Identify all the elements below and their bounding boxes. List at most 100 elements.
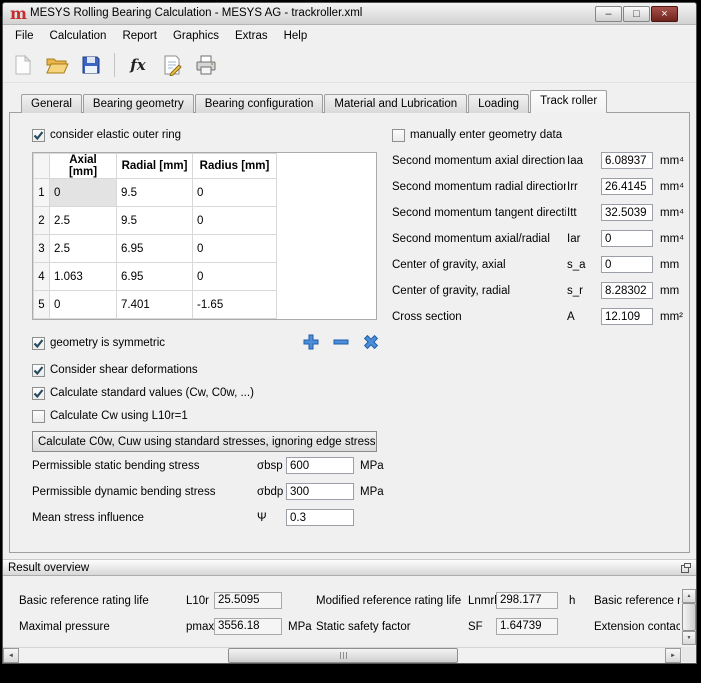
field-input-sr[interactable] [601,282,653,299]
field-unit: mm⁴ [660,155,684,167]
field-symbol: Itt [567,207,577,219]
field-input-iaa[interactable] [601,152,653,169]
menu-extras[interactable]: Extras [227,26,276,47]
field-label: Second momentum axial/radial [392,233,550,245]
stress-method-select[interactable]: Calculate C0w, Cuw using standard stress… [32,431,377,452]
maximize-button[interactable]: □ [623,6,650,22]
field-unit: MPa [360,460,384,472]
minimize-button[interactable]: – [595,6,622,22]
cell-axial[interactable]: 2.5 [50,235,117,263]
function-editor-button[interactable]: fx [124,51,152,79]
add-row-button[interactable] [298,331,324,353]
remove-row-button[interactable] [328,331,354,353]
field-input-itt[interactable] [601,204,653,221]
checkbox-shear-deformations[interactable]: Consider shear deformations [32,362,198,378]
cell-axial[interactable]: 0 [50,179,117,207]
result-overview-header[interactable]: Result overview [3,559,696,576]
cell-radius[interactable]: 0 [193,207,277,235]
clear-table-button[interactable] [358,331,384,353]
table-row: 1 0 9.5 0 [34,179,277,207]
cell-radial[interactable]: 9.5 [117,179,193,207]
close-button[interactable]: × [651,6,678,22]
cell-radius[interactable]: 0 [193,263,277,291]
field-symbol: Iaa [567,155,583,167]
tab-loading[interactable]: Loading [468,94,529,113]
checkbox-calculate-standard-values[interactable]: Calculate standard values (Cw, C0w, ...) [32,385,254,401]
tab-track-roller[interactable]: Track roller [530,90,607,113]
cell-radial[interactable]: 6.95 [117,263,193,291]
float-panel-icon[interactable] [681,563,691,573]
menu-calculation[interactable]: Calculation [42,26,115,47]
cell-radius[interactable]: -1.65 [193,291,277,319]
geometry-table: Axial [mm] Radial [mm] Radius [mm] 1 0 9… [32,152,377,320]
cell-axial[interactable]: 2.5 [50,207,117,235]
tab-bearing-geometry[interactable]: Bearing geometry [83,94,194,113]
cell-axial[interactable]: 0 [50,291,117,319]
field-input-dynamic-bending[interactable] [286,483,354,500]
checkbox-label: Calculate Cw using L10r=1 [50,410,188,422]
scroll-up-button[interactable]: ▲ [682,589,696,603]
row-number[interactable]: 4 [34,263,50,291]
checkbox-geometry-symmetric[interactable]: geometry is symmetric [32,335,165,351]
row-number[interactable]: 1 [34,179,50,207]
vertical-scroll-thumb[interactable] [682,603,696,631]
open-file-button[interactable] [43,51,71,79]
report-button[interactable] [158,51,186,79]
menu-help[interactable]: Help [276,26,316,47]
field-input-sa[interactable] [601,256,653,273]
result-horizontal-scrollbar[interactable]: ◄ ► [3,647,682,662]
row-number[interactable]: 5 [34,291,50,319]
row-number[interactable]: 2 [34,207,50,235]
cell-radius[interactable]: 0 [193,179,277,207]
checkbox-consider-elastic-outer-ring[interactable]: consider elastic outer ring [32,127,181,143]
tab-material-and-lubrication[interactable]: Material and Lubrication [324,94,467,113]
row-number[interactable]: 3 [34,235,50,263]
result-value: 25.5095 [214,592,282,609]
scroll-down-button[interactable]: ▼ [682,631,696,645]
title-bar[interactable]: m MESYS Rolling Bearing Calculation - ME… [3,3,696,25]
menu-file[interactable]: File [7,26,42,47]
horizontal-scroll-thumb[interactable] [228,648,458,663]
check-icon [33,130,44,141]
result-vertical-scrollbar[interactable]: ▲ ▼ [682,589,696,645]
tab-general[interactable]: General [21,94,82,113]
table-row: 3 2.5 6.95 0 [34,235,277,263]
thumb-grip [340,652,341,659]
field-row: Center of gravity, axial s_a mm [392,253,689,279]
open-folder-icon [45,54,69,76]
toolbar: fx [3,47,696,83]
menu-graphics[interactable]: Graphics [165,26,227,47]
checkbox-calculate-cw-l10r[interactable]: Calculate Cw using L10r=1 [32,408,188,424]
new-document-button[interactable] [9,51,37,79]
field-input-mean-stress[interactable] [286,509,354,526]
cell-radial[interactable]: 7.401 [117,291,193,319]
cell-radius[interactable]: 0 [193,235,277,263]
field-row: Center of gravity, radial s_r mm [392,279,689,305]
checkbox-manually-enter-geometry-data[interactable]: manually enter geometry data [392,127,562,143]
cell-radial[interactable]: 6.95 [117,235,193,263]
field-input-irr[interactable] [601,178,653,195]
window-title: MESYS Rolling Bearing Calculation - MESY… [30,7,362,19]
fx-icon: fx [130,56,145,74]
cell-radial[interactable]: 9.5 [117,207,193,235]
field-input-iar[interactable] [601,230,653,247]
field-label: Second momentum radial direction [392,181,566,193]
tab-bearing-configuration[interactable]: Bearing configuration [195,94,324,113]
checkbox-label: Calculate standard values (Cw, C0w, ...) [50,387,254,399]
screenshot-root: { "window": { "title": "MESYS Rolling Be… [0,0,701,683]
field-input-static-bending[interactable] [286,457,354,474]
save-file-button[interactable] [77,51,105,79]
field-symbol: σbsp [257,460,283,472]
menu-bar: File Calculation Report Graphics Extras … [3,26,696,47]
field-row: Permissible static bending stress σbsp M… [32,454,402,480]
scroll-right-button[interactable]: ► [665,648,681,663]
print-button[interactable] [192,51,220,79]
table-row: 4 1.063 6.95 0 [34,263,277,291]
field-input-area[interactable] [601,308,653,325]
result-symbol: SF [468,617,483,637]
menu-report[interactable]: Report [114,26,165,47]
scroll-left-button[interactable]: ◄ [3,648,19,663]
result-label: Static safety factor [316,617,411,637]
print-icon [194,54,218,76]
cell-axial[interactable]: 1.063 [50,263,117,291]
